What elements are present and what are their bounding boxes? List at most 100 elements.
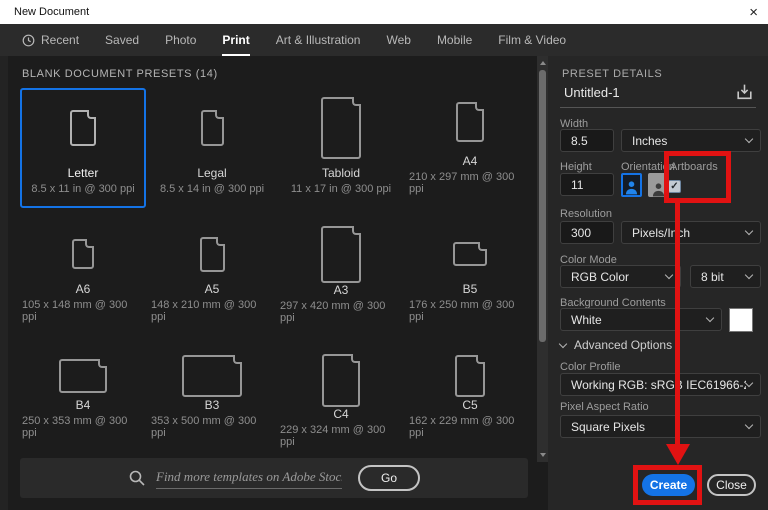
tab-mobile[interactable]: Mobile bbox=[437, 24, 472, 56]
preset-dims: 11 x 17 in @ 300 ppi bbox=[290, 183, 392, 195]
background-contents-dropdown[interactable]: White bbox=[560, 308, 722, 331]
presets-header: BLANK DOCUMENT PRESETS (14) bbox=[22, 68, 218, 80]
orientation-landscape-icon[interactable] bbox=[648, 173, 669, 197]
preset-name: A6 bbox=[75, 282, 91, 296]
resolution-input[interactable] bbox=[560, 221, 614, 244]
preset-dims: 176 x 250 mm @ 300 ppi bbox=[409, 299, 515, 323]
preset-card[interactable]: A3 297 x 420 mm @ 300 ppi bbox=[278, 224, 404, 336]
tab-recent[interactable]: Recent bbox=[22, 24, 79, 56]
document-icon bbox=[322, 354, 360, 407]
pixel-aspect-ratio-label: Pixel Aspect Ratio bbox=[560, 401, 649, 413]
preset-name: Legal bbox=[197, 166, 227, 180]
preset-name: C5 bbox=[462, 398, 478, 412]
preset-name: B4 bbox=[75, 398, 91, 412]
height-input[interactable] bbox=[560, 173, 614, 196]
tab-bar: Recent Saved Photo Print Art & Illustrat… bbox=[0, 24, 768, 56]
orientation-portrait-icon[interactable] bbox=[621, 173, 642, 197]
presets-panel: BLANK DOCUMENT PRESETS (14) Letter 8.5 x… bbox=[8, 56, 548, 510]
document-icon bbox=[453, 242, 487, 266]
preset-name: A5 bbox=[204, 282, 220, 296]
document-icon bbox=[321, 226, 361, 283]
document-icon bbox=[182, 355, 242, 397]
tab-label: Print bbox=[222, 33, 250, 47]
preset-card[interactable]: C4 229 x 324 mm @ 300 ppi bbox=[278, 352, 404, 452]
units-dropdown[interactable]: Inches bbox=[621, 129, 761, 152]
scrollbar[interactable] bbox=[537, 56, 548, 462]
preset-card[interactable]: C5 162 x 229 mm @ 300 ppi bbox=[407, 352, 533, 452]
preset-card[interactable]: A6 105 x 148 mm @ 300 ppi bbox=[20, 224, 146, 336]
document-icon bbox=[70, 110, 96, 146]
document-icon bbox=[72, 239, 94, 269]
document-icon bbox=[456, 102, 484, 142]
preset-card[interactable]: Tabloid 11 x 17 in @ 300 ppi bbox=[278, 88, 404, 208]
tab-web[interactable]: Web bbox=[386, 24, 410, 56]
scroll-down-icon[interactable] bbox=[537, 450, 548, 460]
document-name-field[interactable]: Untitled-1 bbox=[564, 85, 620, 100]
tab-photo[interactable]: Photo bbox=[165, 24, 196, 56]
preset-details-panel: PRESET DETAILS Untitled-1 Width Inches H… bbox=[548, 56, 768, 510]
preset-card[interactable]: Legal 8.5 x 14 in @ 300 ppi bbox=[149, 88, 275, 208]
preset-card[interactable]: B5 176 x 250 mm @ 300 ppi bbox=[407, 224, 533, 336]
document-icon bbox=[59, 359, 107, 393]
preset-dims: 210 x 297 mm @ 300 ppi bbox=[409, 171, 515, 195]
chevron-down-icon bbox=[744, 270, 754, 280]
preset-dims: 148 x 210 mm @ 300 ppi bbox=[151, 299, 257, 323]
tab-label: Film & Video bbox=[498, 33, 567, 47]
artboards-checkbox[interactable]: ✓ bbox=[668, 180, 681, 193]
preset-card[interactable]: A5 148 x 210 mm @ 300 ppi bbox=[149, 224, 275, 336]
tab-film-video[interactable]: Film & Video bbox=[498, 24, 566, 56]
save-preset-icon[interactable] bbox=[734, 82, 755, 108]
preset-card[interactable]: B4 250 x 353 mm @ 300 ppi bbox=[20, 352, 146, 452]
preset-card[interactable]: Letter 8.5 x 11 in @ 300 ppi bbox=[20, 88, 146, 208]
chevron-down-icon bbox=[744, 134, 754, 144]
preset-dims: 162 x 229 mm @ 300 ppi bbox=[409, 415, 515, 439]
preset-name: B5 bbox=[462, 282, 478, 296]
create-button[interactable]: Create bbox=[642, 474, 695, 496]
chevron-down-icon bbox=[705, 313, 715, 323]
dialog-title: New Document bbox=[14, 6, 90, 18]
search-icon bbox=[128, 469, 146, 487]
close-button[interactable]: Close bbox=[707, 474, 756, 496]
preset-dims: 8.5 x 11 in @ 300 ppi bbox=[31, 183, 135, 195]
title-bar: New Document × bbox=[0, 0, 768, 24]
chevron-down-icon bbox=[744, 378, 754, 388]
advanced-options-toggle[interactable]: Advanced Options bbox=[558, 338, 672, 352]
scrollbar-thumb[interactable] bbox=[539, 70, 546, 342]
document-icon bbox=[455, 355, 485, 397]
name-field-underline bbox=[560, 107, 756, 108]
background-color-swatch[interactable] bbox=[729, 308, 753, 332]
preset-dims: 8.5 x 14 in @ 300 ppi bbox=[159, 183, 265, 195]
preset-dims: 105 x 148 mm @ 300 ppi bbox=[22, 299, 128, 323]
preset-details-header: PRESET DETAILS bbox=[562, 68, 663, 80]
resolution-unit-dropdown[interactable]: Pixels/Inch bbox=[621, 221, 761, 244]
preset-name: A4 bbox=[462, 154, 478, 168]
preset-name: C4 bbox=[333, 407, 349, 421]
close-icon[interactable]: × bbox=[749, 5, 758, 20]
clock-icon bbox=[22, 34, 35, 47]
tab-saved[interactable]: Saved bbox=[105, 24, 139, 56]
tab-label: Saved bbox=[105, 33, 140, 47]
chevron-down-icon bbox=[664, 270, 674, 280]
search-input[interactable] bbox=[156, 467, 342, 489]
document-icon bbox=[321, 97, 361, 159]
color-profile-dropdown[interactable]: Working RGB: sRGB IEC61966-2.1 bbox=[560, 373, 761, 396]
preset-dims: 297 x 420 mm @ 300 ppi bbox=[280, 300, 386, 324]
adobe-stock-search-bar: Go bbox=[20, 458, 528, 498]
go-button[interactable]: Go bbox=[358, 465, 420, 491]
preset-name: A3 bbox=[333, 283, 349, 297]
document-icon bbox=[200, 110, 224, 146]
tab-label: Art & Illustration bbox=[275, 33, 361, 47]
tab-print[interactable]: Print bbox=[222, 24, 250, 56]
preset-dims: 250 x 353 mm @ 300 ppi bbox=[22, 415, 128, 439]
bit-depth-dropdown[interactable]: 8 bit bbox=[690, 265, 761, 288]
scroll-up-icon[interactable] bbox=[537, 58, 548, 68]
tab-art-illustration[interactable]: Art & Illustration bbox=[276, 24, 361, 56]
pixel-aspect-ratio-dropdown[interactable]: Square Pixels bbox=[560, 415, 761, 438]
resolution-label: Resolution bbox=[560, 208, 612, 220]
preset-card[interactable]: A4 210 x 297 mm @ 300 ppi bbox=[407, 88, 533, 208]
preset-card[interactable]: B3 353 x 500 mm @ 300 ppi bbox=[149, 352, 275, 452]
width-input[interactable] bbox=[560, 129, 614, 152]
artboards-label: Artboards bbox=[670, 161, 718, 173]
chevron-down-icon bbox=[558, 339, 568, 348]
color-mode-dropdown[interactable]: RGB Color bbox=[560, 265, 681, 288]
